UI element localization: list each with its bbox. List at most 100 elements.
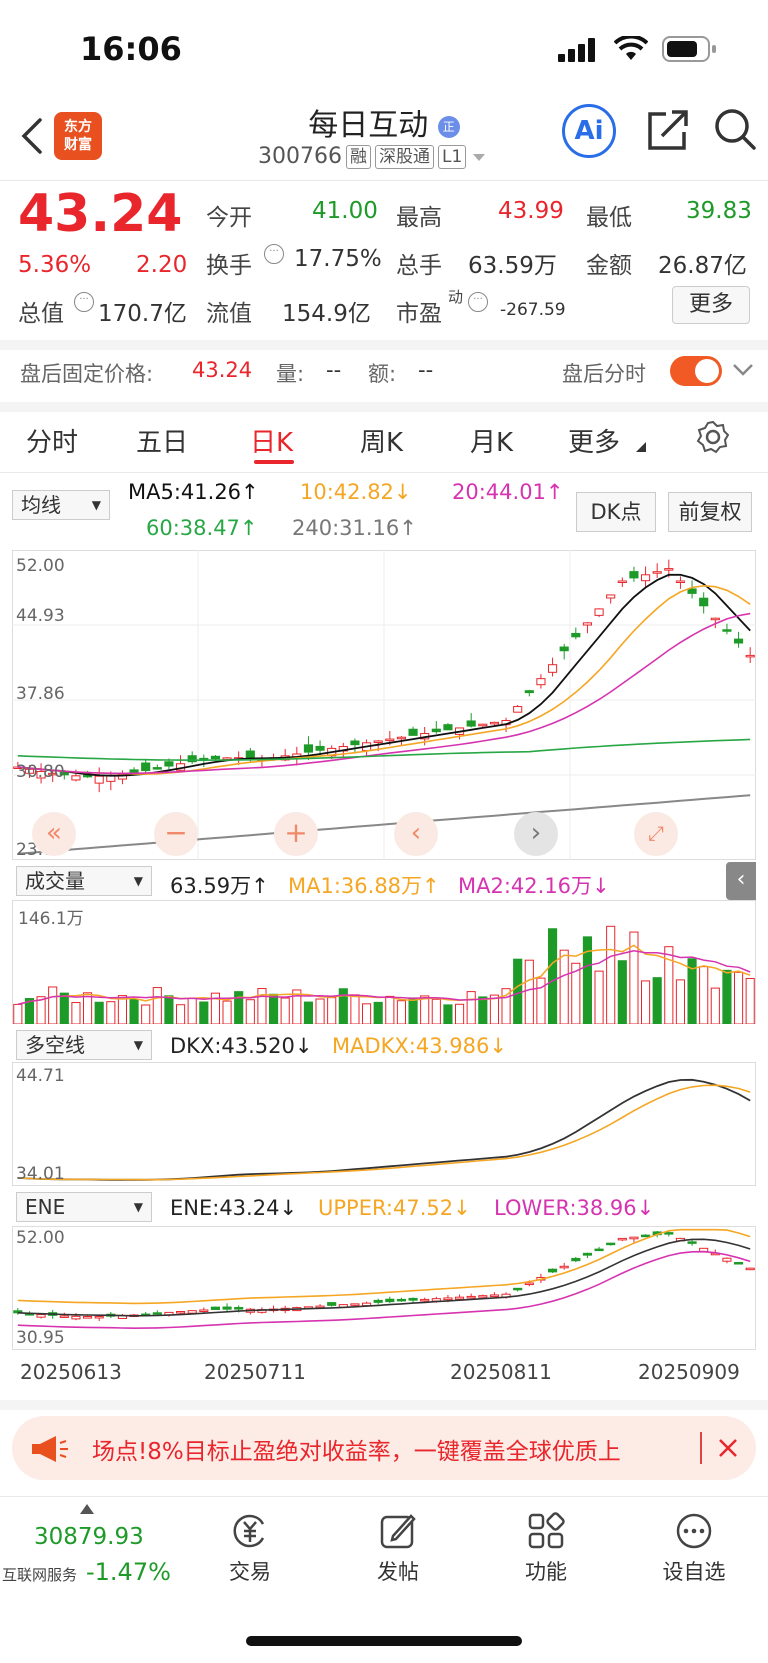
tab-monthly-k[interactable]: 月K: [470, 422, 513, 459]
indicator-select[interactable]: 均线 ▼: [12, 490, 110, 520]
candle-body: [431, 728, 441, 733]
expand-icon[interactable]: ⤢: [634, 812, 678, 856]
tag-margin: 融: [345, 144, 371, 169]
candle-body: [94, 775, 104, 784]
info-icon[interactable]: ···: [74, 292, 94, 312]
candle-body: [454, 1296, 465, 1300]
tab-daily-k[interactable]: 日K: [250, 422, 293, 459]
candle-body: [210, 1306, 221, 1310]
volume-bar: [559, 949, 569, 1024]
banner-text: 场点!8%目标止盈绝对收益率，一键覆盖全球优质上: [92, 1439, 621, 1465]
close-icon[interactable]: [718, 1438, 738, 1458]
chevron-down-icon[interactable]: [732, 362, 754, 378]
volume-bar: [303, 1001, 314, 1024]
volume-select[interactable]: 成交量 ▼: [16, 866, 152, 896]
tab-five-day[interactable]: 五日: [136, 422, 188, 459]
candle-body: [478, 723, 488, 727]
tab-more[interactable]: 更多: [568, 422, 620, 459]
nav-functions[interactable]: 功能: [506, 1512, 586, 1586]
zoom-out-icon[interactable]: −: [154, 812, 198, 856]
candle-body: [315, 1305, 325, 1309]
low-label: 最低: [586, 205, 632, 231]
volume-bar: [606, 925, 616, 1024]
candle-body: [152, 767, 162, 770]
candle-body: [594, 1248, 604, 1252]
gear-icon[interactable]: [696, 420, 730, 454]
candle-body: [71, 1315, 81, 1320]
tag-level: L1: [437, 144, 467, 169]
nav-watchlist[interactable]: 设自选: [654, 1512, 734, 1586]
dkx-chart[interactable]: [12, 1062, 756, 1186]
candle-body: [733, 638, 744, 644]
dropdown-icon[interactable]: [470, 150, 488, 164]
stock-code-row: 300766 融 深股通 L1: [258, 144, 488, 169]
volume-bar: [652, 977, 662, 1024]
adjust-button[interactable]: 前复权: [668, 492, 752, 532]
afterhours-timeshare-label: 盘后分时: [562, 362, 646, 386]
change-pct: 5.36%: [18, 252, 92, 278]
nav-post[interactable]: 发帖: [358, 1512, 438, 1586]
ene-chart[interactable]: [12, 1226, 756, 1350]
kline-y-label: 44.93: [16, 606, 65, 626]
tab-timeshare[interactable]: 分时: [26, 422, 78, 459]
more-button[interactable]: 更多: [672, 286, 750, 324]
volume-bar: [733, 971, 744, 1024]
candle-body: [36, 1314, 46, 1318]
candle-body: [513, 706, 523, 713]
megaphone-icon: [32, 1436, 68, 1462]
pe-value: -267.59: [500, 300, 566, 320]
promo-banner[interactable]: 场点!8%目标止盈绝对收益率，一键覆盖全球优质上: [12, 1416, 756, 1480]
rewind-icon[interactable]: «: [32, 812, 76, 856]
tab-weekly-k[interactable]: 周K: [360, 422, 403, 459]
candle-body: [640, 1234, 651, 1238]
indicator-select-label: 均线: [21, 493, 61, 517]
candle-body: [350, 740, 360, 746]
next-icon[interactable]: ›: [514, 812, 558, 856]
candle-body: [478, 1295, 488, 1298]
candle-body: [571, 1257, 581, 1262]
ene-line: [17, 1238, 751, 1317]
amount-label: 金额: [586, 253, 632, 279]
candle-body: [408, 1297, 418, 1301]
info-icon[interactable]: ···: [264, 244, 284, 264]
open-value: 41.00: [312, 198, 378, 224]
share-icon[interactable]: [646, 108, 690, 152]
volume-chart[interactable]: [12, 900, 756, 1024]
dk-point-button[interactable]: DK点: [576, 492, 656, 532]
afterhours-price: 43.24: [192, 358, 253, 382]
candle-body: [164, 761, 174, 767]
candle-body: [710, 617, 720, 621]
search-icon[interactable]: [712, 106, 758, 154]
amount-value: 26.87亿: [658, 253, 747, 279]
nav-watchlist-label: 设自选: [662, 1560, 726, 1584]
candle-body: [59, 1315, 69, 1318]
info-icon[interactable]: ···: [468, 292, 488, 312]
dkx-select[interactable]: 多空线 ▼: [16, 1030, 152, 1060]
candle-body: [629, 571, 639, 579]
volume-bar: [699, 966, 709, 1024]
candle-body: [524, 1282, 534, 1286]
candle-body: [327, 1302, 337, 1306]
afterhours-toggle[interactable]: [670, 356, 722, 386]
kline-y-label: 52.00: [16, 556, 65, 576]
home-indicator: [246, 1636, 522, 1646]
ai-button[interactable]: Ai: [562, 104, 616, 158]
volume-bar: [420, 995, 430, 1024]
nav-trade-label: 交易: [229, 1560, 271, 1584]
date-label: 20250811: [450, 1360, 552, 1384]
volume-bar: [396, 1000, 407, 1024]
ene-select[interactable]: ENE ▼: [16, 1192, 152, 1222]
ma10-label: 10:42.82↓: [300, 480, 412, 504]
collapse-panel-icon[interactable]: ‹: [726, 862, 756, 900]
volume-bar: [594, 970, 604, 1024]
high-value: 43.99: [498, 198, 564, 224]
candle-body: [675, 580, 686, 583]
prev-icon[interactable]: ‹: [394, 812, 438, 856]
signal-icon: [558, 38, 595, 62]
dkx-select-label: 多空线: [25, 1033, 85, 1057]
nav-trade[interactable]: 交易: [210, 1512, 290, 1586]
tab-indicator: [254, 460, 294, 464]
zoom-in-icon[interactable]: +: [274, 812, 318, 856]
chart-tabs: 分时 五日 日K 周K 月K 更多: [0, 412, 768, 472]
candle-body: [489, 1294, 500, 1297]
